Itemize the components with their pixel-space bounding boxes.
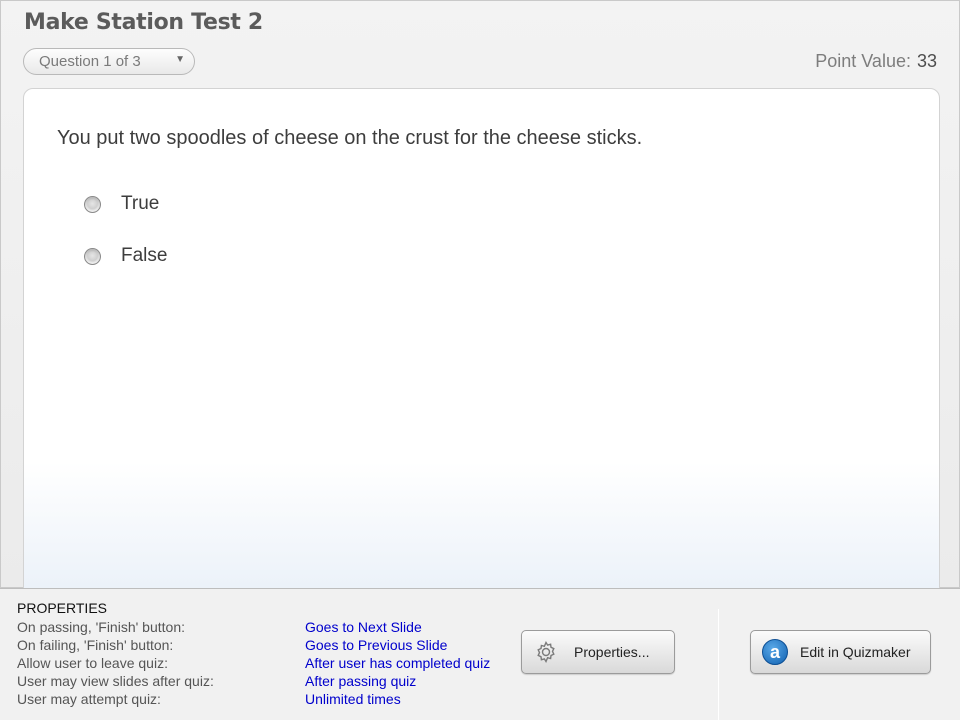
choice-label-false: False	[121, 245, 168, 266]
choice-true[interactable]: True	[84, 193, 159, 215]
property-row: User may attempt quiz: Unlimited times	[17, 691, 401, 707]
property-row: User may view slides after quiz: After pa…	[17, 673, 416, 689]
properties-button-label: Properties...	[574, 644, 650, 660]
choice-label-true: True	[121, 193, 160, 214]
point-value: Point Value: 33	[815, 51, 937, 72]
edit-in-quizmaker-button[interactable]: a Edit in Quizmaker	[750, 630, 931, 674]
property-row: Allow user to leave quiz: After user has …	[17, 655, 490, 671]
edit-button-label: Edit in Quizmaker	[800, 644, 911, 660]
property-key: On failing, 'Finish' button:	[17, 637, 174, 653]
property-value: Unlimited times	[305, 691, 401, 707]
point-value-label: Point Value:	[815, 51, 911, 71]
gear-icon	[537, 640, 555, 664]
property-key: User may view slides after quiz:	[17, 673, 214, 689]
property-value: Goes to Next Slide	[305, 619, 422, 635]
property-key: User may attempt quiz:	[17, 691, 161, 707]
properties-button[interactable]: Properties...	[521, 630, 675, 674]
question-card: You put two spoodles of cheese on the cr…	[23, 88, 940, 608]
quizmaker-icon: a	[762, 639, 788, 665]
property-key: Allow user to leave quiz:	[17, 655, 168, 671]
radio-button-true[interactable]	[84, 195, 101, 213]
property-value: After user has completed quiz	[305, 655, 491, 671]
property-value: After passing quiz	[305, 673, 417, 689]
property-row: On passing, 'Finish' button: Goes to Next…	[17, 619, 422, 635]
panel-divider	[718, 609, 719, 720]
property-key: On passing, 'Finish' button:	[17, 619, 185, 635]
properties-heading: PROPERTIES	[17, 600, 107, 616]
point-value-number: 33	[916, 51, 937, 71]
radio-button-false[interactable]	[84, 247, 101, 265]
question-text: You put two spoodles of cheese on the cr…	[57, 127, 643, 149]
question-selector[interactable]: Question 1 of 3 ▼	[23, 48, 195, 75]
question-selector-label: Question 1 of 3	[39, 53, 141, 70]
quiz-slide: Make Station Test 2 Question 1 of 3 ▼ Po…	[0, 0, 960, 608]
property-value: Goes to Previous Slide	[305, 637, 448, 653]
property-row: On failing, 'Finish' button: Goes to Prev…	[17, 637, 447, 653]
quiz-title: Make Station Test 2	[24, 10, 263, 35]
chevron-down-icon: ▼	[175, 54, 185, 65]
properties-panel: PROPERTIES On passing, 'Finish' button: G…	[0, 588, 960, 720]
choice-false[interactable]: False	[84, 245, 167, 267]
